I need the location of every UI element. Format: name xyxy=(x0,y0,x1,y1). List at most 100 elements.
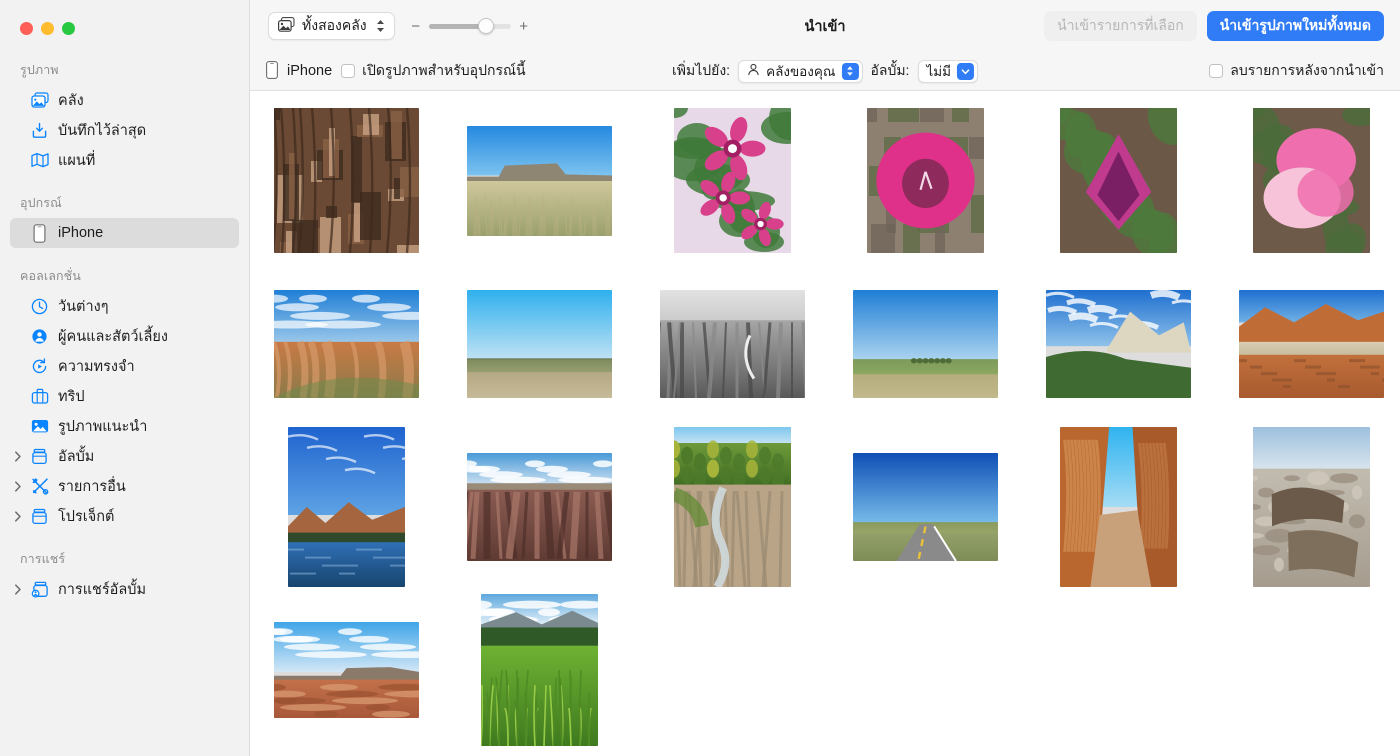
photo-cell[interactable] xyxy=(250,99,443,262)
photo-thumbnail-capitol-reef-red-rock[interactable] xyxy=(1239,289,1384,398)
delete-after-import-checkbox[interactable]: ลบรายการหลังจากนำเข้า xyxy=(1209,60,1384,82)
photo-cell[interactable] xyxy=(443,262,636,425)
photo-cell[interactable] xyxy=(829,262,1022,425)
sidebar-item-label: การแชร์อัลบั้ม xyxy=(58,581,147,598)
photo-thumbnail-tree-bark-closeup[interactable] xyxy=(274,108,419,253)
sidebar-item-iPhone[interactable]: iPhone xyxy=(10,218,239,248)
chevron-right-icon[interactable] xyxy=(12,450,24,462)
photo-thumbnail-purple-mariposa-lily[interactable] xyxy=(1060,108,1177,253)
zoom-button[interactable] xyxy=(62,22,75,35)
photo-cell[interactable] xyxy=(636,99,829,262)
photo-thumbnail-prairie-wide-sky[interactable] xyxy=(467,289,612,398)
sidebar-item-แผนที่[interactable]: แผนที่ xyxy=(10,145,239,175)
sidebar-item-บันทึกไว้ล่าสุด[interactable]: บันทึกไว้ล่าสุด xyxy=(10,115,239,145)
sidebar-item-label: วันต่างๆ xyxy=(58,298,109,315)
sidebar-item-คลัง[interactable]: คลัง xyxy=(10,85,239,115)
import-all-new-button[interactable]: นำเข้ารูปภาพใหม่ทั้งหมด xyxy=(1206,11,1384,41)
checkbox-box[interactable] xyxy=(1209,64,1224,78)
sidebar-item-ทริป[interactable]: ทริป xyxy=(10,381,239,411)
zoom-out-label[interactable]: − xyxy=(411,18,421,35)
photo-cell[interactable] xyxy=(1215,425,1400,588)
project-icon xyxy=(30,507,49,526)
sidebar-item-ผู้คนและสัตว์เลี้ยง[interactable]: ผู้คนและสัตว์เลี้ยง xyxy=(10,321,239,351)
thumbnail-size-control[interactable]: − + xyxy=(411,18,529,35)
chevron-right-icon[interactable] xyxy=(12,510,24,522)
photo-cell[interactable] xyxy=(250,262,443,425)
photo-thumbnail-grand-canyon-overlook[interactable] xyxy=(467,452,612,561)
photo-cell[interactable] xyxy=(1022,262,1215,425)
recent-saved-icon xyxy=(30,121,49,140)
featured-photo-icon xyxy=(30,417,49,436)
window-controls[interactable] xyxy=(0,0,249,52)
sidebar-item-label: ทริป xyxy=(58,388,85,405)
minimize-button[interactable] xyxy=(41,22,54,35)
library-selector[interactable]: ทั้งสองคลัง xyxy=(268,12,395,40)
chevron-down-icon xyxy=(957,62,975,80)
photo-cell[interactable] xyxy=(829,425,1022,588)
photo-cell[interactable] xyxy=(1022,425,1215,588)
iphone-icon xyxy=(30,223,49,243)
album-popup[interactable]: ไม่มี xyxy=(917,59,979,83)
photo-thumbnail-pink-tulip-flower[interactable] xyxy=(867,108,984,253)
toolbar: ทั้งสองคลัง − + นำเข้า นำเข้ารายการที่เล… xyxy=(250,0,1400,52)
photo-grid-row xyxy=(250,262,1400,425)
clock-icon xyxy=(30,297,49,316)
add-to-popup[interactable]: คลังของคุณ xyxy=(738,59,863,83)
photo-thumbnail-green-field-horizon[interactable] xyxy=(853,289,998,398)
sidebar-item-label: iPhone xyxy=(58,225,104,241)
photo-cell[interactable] xyxy=(443,99,636,262)
sidebar-item-การแชร์อัลบั้ม[interactable]: การแชร์อัลบั้ม xyxy=(10,574,239,604)
photo-thumbnail-grass-field-butte[interactable] xyxy=(467,125,612,236)
chevron-right-icon[interactable] xyxy=(12,480,24,492)
tools-icon xyxy=(30,477,49,496)
photo-thumbnail-pink-sweetpea-blossom[interactable] xyxy=(1253,108,1370,253)
sidebar-item-ความทรงจำ[interactable]: ความทรงจำ xyxy=(10,351,239,381)
sidebar-item-โปรเจ็กต์[interactable]: โปรเจ็กต์ xyxy=(10,501,239,531)
photo-cell[interactable] xyxy=(1022,99,1215,262)
sidebar-section-title: การแชร์ xyxy=(20,552,66,566)
photo-cell[interactable] xyxy=(636,425,829,588)
photo-cell[interactable] xyxy=(636,262,829,425)
import-selected-button[interactable]: นำเข้ารายการที่เลือก xyxy=(1044,11,1197,41)
toolbar-actions: นำเข้ารายการที่เลือก นำเข้ารูปภาพใหม่ทั้… xyxy=(1044,11,1384,41)
thumbnail-size-slider[interactable] xyxy=(428,18,511,34)
photo-thumbnail-canyonlands-river-reflection[interactable] xyxy=(288,426,405,587)
photo-cell[interactable] xyxy=(250,588,443,751)
photo-cell[interactable] xyxy=(829,99,1022,262)
photo-thumbnail-creek-through-badlands[interactable] xyxy=(674,426,791,587)
photo-thumbnail-petrified-wood-logs[interactable] xyxy=(1253,426,1370,587)
open-photos-for-device-checkbox[interactable]: เปิดรูปภาพสำหรับอุปกรณ์นี้ xyxy=(341,60,526,82)
album-icon xyxy=(30,447,49,466)
photo-thumbnail-slot-canyon-dirt-road[interactable] xyxy=(1060,426,1177,587)
zoom-in-label[interactable]: + xyxy=(519,18,529,35)
photo-thumbnail-pink-orchid-flowers[interactable] xyxy=(674,108,791,253)
chevron-updown-icon xyxy=(376,19,385,33)
photo-thumbnail-badlands-black-and-white[interactable] xyxy=(660,289,805,398)
sidebar-item-label: ความทรงจำ xyxy=(58,358,135,375)
photo-cell[interactable] xyxy=(443,588,636,751)
sidebar-item-label: โปรเจ็กต์ xyxy=(58,508,115,525)
sidebar-item-วันต่างๆ[interactable]: วันต่างๆ xyxy=(10,291,239,321)
sidebar-section-title: คอลเลกชั่น xyxy=(20,269,81,283)
sidebar-item-รูปภาพแนะนำ[interactable]: รูปภาพแนะนำ xyxy=(10,411,239,441)
sidebar-item-label: ผู้คนและสัตว์เลี้ยง xyxy=(58,328,168,345)
photo-grid-row xyxy=(250,99,1400,262)
photo-thumbnail-painted-desert-badlands[interactable] xyxy=(274,621,419,718)
photo-cell[interactable] xyxy=(1215,99,1400,262)
photo-thumbnail-zion-white-cliffs[interactable] xyxy=(1046,289,1191,398)
photo-cell[interactable] xyxy=(443,425,636,588)
chevron-right-icon[interactable] xyxy=(12,583,24,595)
sidebar-item-label: คลัง xyxy=(58,92,84,109)
sidebar-item-อัลบั้ม[interactable]: อัลบั้ม xyxy=(10,441,239,471)
slider-thumb[interactable] xyxy=(478,18,495,34)
close-button[interactable] xyxy=(20,22,33,35)
photo-thumbnail-tall-green-grass-meadow[interactable] xyxy=(481,593,598,746)
sidebar-item-รายการอื่น[interactable]: รายการอื่น xyxy=(10,471,239,501)
photo-thumbnail-highway-through-prairie[interactable] xyxy=(853,452,998,561)
photo-cell[interactable] xyxy=(250,425,443,588)
photo-cell[interactable] xyxy=(1215,262,1400,425)
photo-thumbnail-bryce-canyon-hoodoos[interactable] xyxy=(274,289,419,398)
checkbox-box[interactable] xyxy=(341,64,356,78)
